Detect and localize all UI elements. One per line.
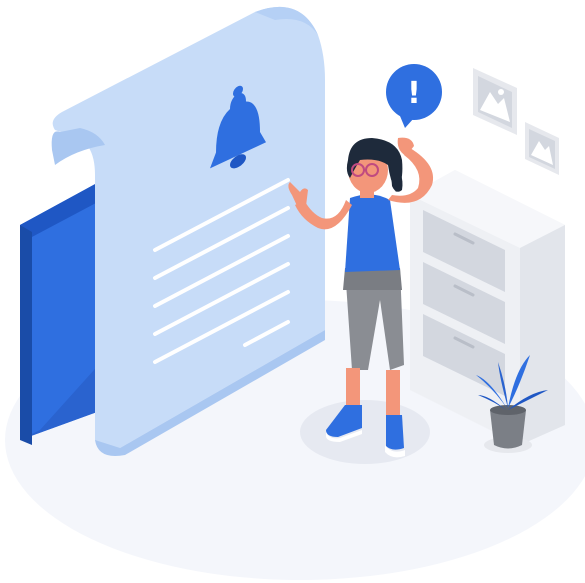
speech-bubble: ! xyxy=(386,64,442,128)
person-shadow xyxy=(300,400,430,464)
exclamation-icon: ! xyxy=(407,76,421,111)
picture-frame-icon xyxy=(473,68,517,135)
notification-illustration: ! xyxy=(5,6,585,580)
picture-frame-icon xyxy=(525,122,559,175)
